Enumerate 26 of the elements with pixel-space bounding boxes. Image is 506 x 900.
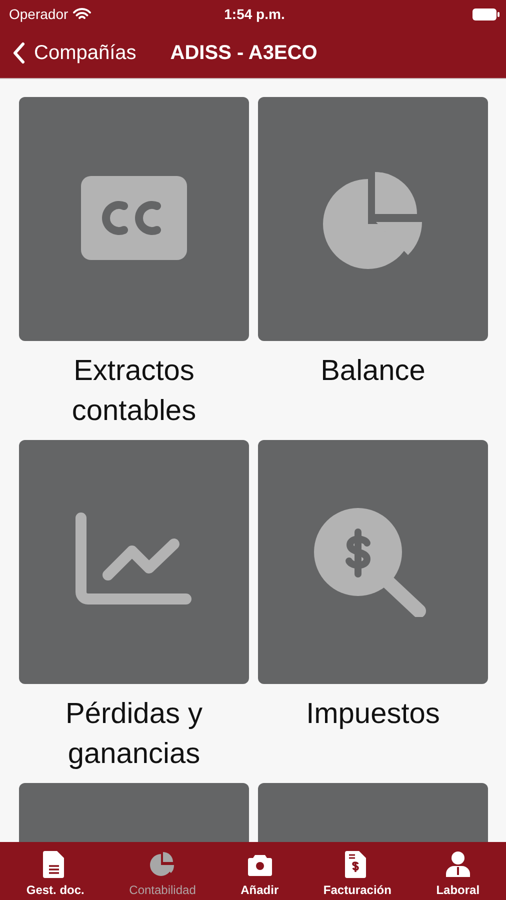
pie-chart-icon [323, 172, 422, 269]
tile-label: Extractos contables [70, 354, 198, 429]
menu-tile[interactable] [19, 97, 249, 341]
tile-label: Pérdidas y ganancias [64, 697, 204, 772]
tab-item[interactable]: Facturación [321, 846, 394, 896]
back-button[interactable]: Compañías [12, 42, 136, 64]
dollar-search-icon [314, 508, 426, 617]
tab-item[interactable]: Laboral [434, 846, 482, 896]
screen-title: ADISS - A3ECO [170, 42, 318, 64]
cc-icon [81, 176, 187, 260]
menu-tile[interactable] [258, 440, 488, 684]
tab-item[interactable]: Gest. doc. [24, 846, 86, 896]
line-chart-icon [76, 512, 192, 604]
carrier-name: Operador [9, 6, 68, 22]
menu-tile[interactable] [19, 440, 249, 684]
tile-label: Impuestos [305, 697, 441, 732]
pie-chart-icon [150, 850, 176, 878]
tab-item[interactable]: Contabilidad [127, 846, 198, 896]
wifi-icon [73, 8, 92, 20]
status-time: 1:54 p.m. [224, 6, 285, 22]
chevron-left-icon [12, 42, 26, 64]
tile-label: Balance [320, 354, 426, 389]
tab-item[interactable]: Añadir [238, 846, 281, 896]
person-icon [444, 850, 471, 878]
menu-tile[interactable] [258, 97, 488, 341]
battery-icon [472, 8, 500, 20]
